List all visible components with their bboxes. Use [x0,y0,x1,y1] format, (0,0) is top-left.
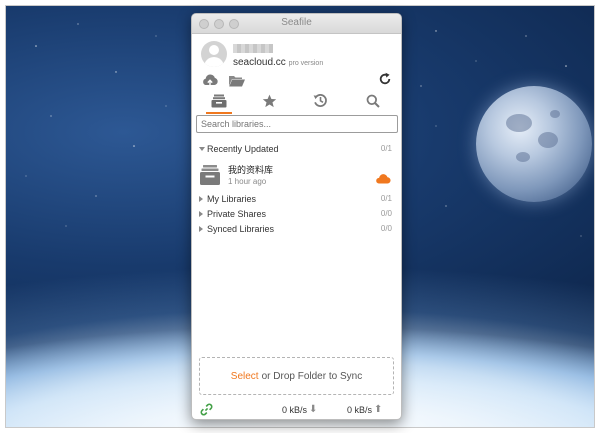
tab-starred[interactable] [250,92,288,114]
library-updated-time: 1 hour ago [228,177,267,186]
caret-right-icon[interactable] [199,226,203,232]
cloud-upload-icon[interactable] [201,74,219,93]
library-list: Recently Updated 0/1 我的资料库 1 hour ago My… [192,142,401,237]
history-icon [313,93,328,113]
caret-right-icon[interactable] [199,211,203,217]
seafile-window: Seafile seacloud.cc pro version Search l… [191,13,402,420]
search-icon [366,94,380,113]
title-bar[interactable]: Seafile [192,14,401,34]
account-name-blurred [233,44,273,53]
upload-rate: 0 kB/s ⬆ [347,404,382,415]
section-label: Synced Libraries [207,224,275,234]
link-icon[interactable] [200,403,213,419]
window-title: Seafile [281,17,312,28]
section-recently-updated[interactable]: Recently Updated 0/1 [192,142,401,157]
caret-right-icon[interactable] [199,196,203,202]
drop-folder-zone[interactable]: Select or Drop Folder to Sync [199,357,394,395]
download-rate: 0 kB/s ⬇ [282,404,317,415]
section-label: Recently Updated [207,144,279,154]
refresh-icon[interactable] [378,72,392,91]
library-icon [211,94,227,113]
upload-rate-value: 0 kB/s [347,404,373,415]
list-item[interactable]: 我的资料库 1 hour ago [192,161,401,192]
star-icon [262,94,277,113]
section-count: 0/0 [380,224,392,233]
avatar[interactable] [201,41,227,67]
library-icon [199,164,221,191]
tab-libraries[interactable] [200,92,238,114]
section-count: 0/1 [380,194,392,203]
section-count: 0/0 [380,209,392,218]
library-name: 我的资料库 [228,165,274,175]
tab-activity[interactable] [301,92,339,114]
account-server: seacloud.cc pro version [233,57,323,68]
account-panel: seacloud.cc pro version [192,34,401,92]
section-private-shares[interactable]: Private Shares 0/0 [192,207,401,222]
cloud-icon[interactable] [375,171,391,189]
section-my-libraries[interactable]: My Libraries 0/1 [192,192,401,207]
caret-down-icon[interactable] [199,147,205,151]
tab-bar [192,92,401,114]
section-label: Private Shares [207,209,267,219]
tab-search[interactable] [354,92,392,114]
folder-open-icon[interactable] [228,74,246,93]
section-count: 0/1 [380,144,392,153]
arrow-up-icon: ⬆ [374,404,383,415]
arrow-down-icon: ⬇ [309,404,318,415]
search-libraries-input[interactable] [196,115,398,133]
moon [476,86,592,202]
edition-label: pro version [288,60,324,67]
status-bar: 0 kB/s ⬇ 0 kB/s ⬆ [192,400,401,419]
select-folder-link[interactable]: Select [231,371,259,382]
drop-folder-text: or Drop Folder to Sync [261,370,363,382]
section-synced-libraries[interactable]: Synced Libraries 0/0 [192,222,401,237]
download-rate-value: 0 kB/s [282,404,308,415]
section-label: My Libraries [207,194,257,204]
server-name: seacloud.cc [233,57,286,68]
